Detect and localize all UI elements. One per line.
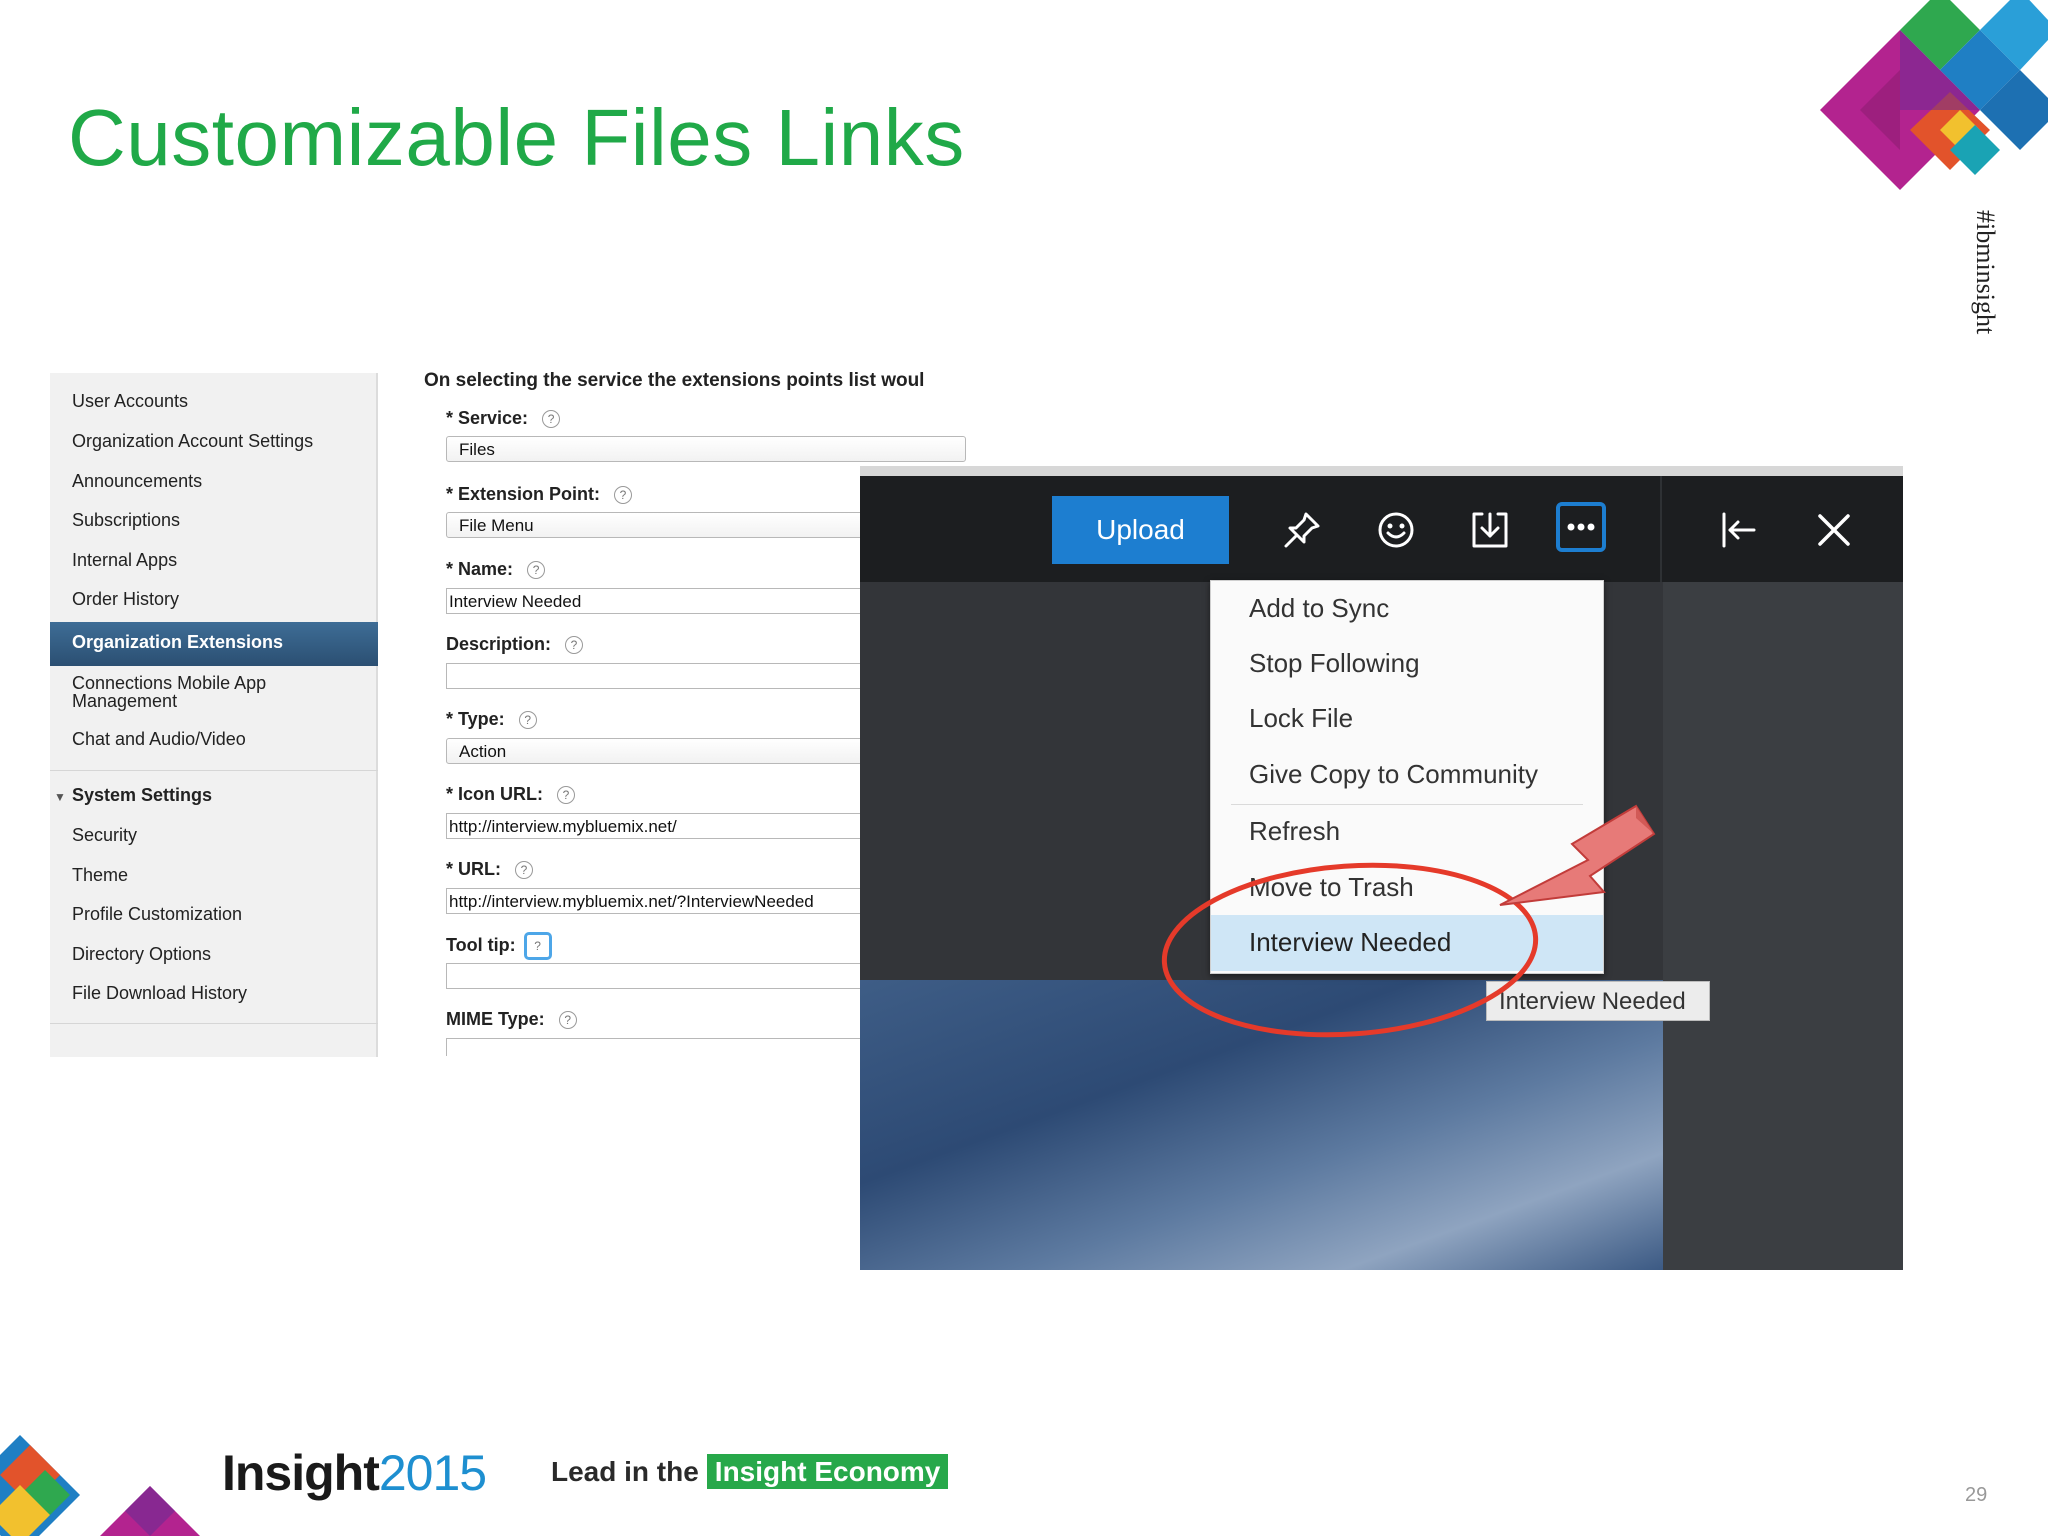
tooltip-label: Tool tip:? bbox=[446, 932, 552, 960]
mime-type-label: MIME Type:? bbox=[446, 1009, 577, 1030]
sidebar-item-directory-options[interactable]: Directory Options bbox=[72, 944, 211, 965]
decorative-diamond-graphic bbox=[0, 1435, 200, 1536]
help-icon[interactable]: ? bbox=[515, 861, 533, 880]
help-icon[interactable]: ? bbox=[527, 561, 546, 580]
form-heading: On selecting the service the extensions … bbox=[424, 370, 925, 391]
help-icon[interactable]: ? bbox=[557, 786, 575, 805]
decorative-diamond-graphic bbox=[1820, 0, 2048, 190]
icon-url-label-text: * Icon URL: bbox=[446, 784, 543, 804]
logo-word: Insight bbox=[222, 1445, 380, 1501]
description-label: Description:? bbox=[446, 634, 584, 655]
more-icon bbox=[1567, 523, 1595, 531]
sidebar-item-theme[interactable]: Theme bbox=[72, 865, 128, 886]
sidebar-item-connections-mobile-app-management[interactable]: Management bbox=[72, 691, 177, 712]
menu-item-give-copy-to-community[interactable]: Give Copy to Community bbox=[1211, 747, 1603, 801]
url-label: * URL:? bbox=[446, 859, 533, 880]
url-label-text: * URL: bbox=[446, 859, 501, 879]
service-select[interactable]: Files bbox=[446, 436, 966, 462]
tooltip-label-text: Tool tip: bbox=[446, 934, 516, 955]
admin-sidebar: User Accounts Organization Account Setti… bbox=[50, 373, 378, 1057]
menu-item-move-to-trash[interactable]: Move to Trash bbox=[1211, 860, 1603, 914]
help-icon[interactable]: ? bbox=[565, 636, 584, 655]
file-preview-image bbox=[860, 980, 1663, 1270]
smiley-icon[interactable] bbox=[1372, 506, 1420, 554]
sidebar-divider bbox=[50, 770, 378, 771]
name-label-text: * Name: bbox=[446, 559, 514, 579]
chevron-down-icon[interactable]: ▼ bbox=[54, 790, 66, 804]
help-icon[interactable]: ? bbox=[614, 486, 633, 505]
collapse-panel-icon[interactable] bbox=[1716, 506, 1764, 554]
help-icon[interactable]: ? bbox=[523, 932, 552, 960]
sidebar-item-announcements[interactable]: Announcements bbox=[72, 471, 202, 492]
sidebar-item-organization-account-settings[interactable]: Organization Account Settings bbox=[72, 431, 313, 452]
service-label: * Service:? bbox=[446, 408, 561, 429]
upload-button[interactable]: Upload bbox=[1052, 496, 1229, 564]
sidebar-item-security[interactable]: Security bbox=[72, 825, 137, 846]
tagline-prefix: Lead in the bbox=[551, 1456, 699, 1487]
icon-url-label: * Icon URL:? bbox=[446, 784, 575, 805]
slide-title: Customizable Files Links bbox=[68, 93, 965, 182]
help-icon[interactable]: ? bbox=[558, 1011, 577, 1030]
page-number: 29 bbox=[1965, 1484, 1988, 1506]
type-label-text: * Type: bbox=[446, 709, 505, 729]
insight-logo: Insight2015 bbox=[222, 1444, 487, 1502]
menu-item-add-to-sync[interactable]: Add to Sync bbox=[1211, 581, 1603, 635]
tagline-highlight: Insight Economy bbox=[706, 1454, 949, 1489]
help-icon[interactable]: ? bbox=[542, 410, 561, 429]
name-label: * Name:? bbox=[446, 559, 546, 580]
more-actions-button[interactable] bbox=[1556, 502, 1606, 552]
pin-icon[interactable] bbox=[1278, 506, 1326, 554]
menu-item-refresh[interactable]: Refresh bbox=[1211, 804, 1603, 858]
file-details-panel bbox=[1663, 582, 1903, 1270]
more-actions-menu: Add to Sync Stop Following Lock File Giv… bbox=[1210, 580, 1604, 974]
viewer-top-border bbox=[860, 466, 1903, 476]
mime-type-label-text: MIME Type: bbox=[446, 1009, 545, 1029]
sidebar-item-chat-audio-video[interactable]: Chat and Audio/Video bbox=[72, 729, 246, 750]
sidebar-section-system-settings[interactable]: System Settings bbox=[72, 785, 212, 806]
menu-item-tooltip: Interview Needed bbox=[1486, 981, 1710, 1021]
sidebar-item-profile-customization[interactable]: Profile Customization bbox=[72, 904, 242, 925]
type-label: * Type:? bbox=[446, 709, 537, 730]
logo-year: 2015 bbox=[378, 1445, 487, 1501]
toolbar-separator bbox=[1660, 476, 1662, 582]
sidebar-divider bbox=[50, 1023, 378, 1024]
menu-item-interview-needed[interactable]: Interview Needed bbox=[1211, 915, 1603, 971]
help-icon[interactable]: ? bbox=[518, 711, 537, 730]
files-viewer: Upload Add to Sync Stop Following Lock F… bbox=[860, 466, 1903, 1270]
menu-item-stop-following[interactable]: Stop Following bbox=[1211, 636, 1603, 690]
hashtag-label: #ibminsight bbox=[1971, 210, 2000, 335]
download-icon[interactable] bbox=[1466, 506, 1514, 554]
sidebar-item-organization-extensions[interactable]: Organization Extensions bbox=[50, 622, 378, 666]
sidebar-item-order-history[interactable]: Order History bbox=[72, 589, 179, 610]
sidebar-item-file-download-history[interactable]: File Download History bbox=[72, 983, 247, 1004]
sidebar-item-user-accounts[interactable]: User Accounts bbox=[72, 391, 188, 412]
service-label-text: * Service: bbox=[446, 408, 529, 428]
footer-tagline: Lead in the Insight Economy bbox=[551, 1454, 949, 1489]
viewer-toolbar: Upload bbox=[860, 476, 1903, 582]
extension-point-label: * Extension Point:? bbox=[446, 484, 633, 505]
sidebar-item-subscriptions[interactable]: Subscriptions bbox=[72, 510, 180, 531]
description-label-text: Description: bbox=[446, 634, 552, 654]
close-icon[interactable] bbox=[1810, 506, 1858, 554]
menu-item-lock-file[interactable]: Lock File bbox=[1211, 691, 1603, 745]
extension-point-label-text: * Extension Point: bbox=[446, 484, 601, 504]
sidebar-item-internal-apps[interactable]: Internal Apps bbox=[72, 550, 177, 571]
